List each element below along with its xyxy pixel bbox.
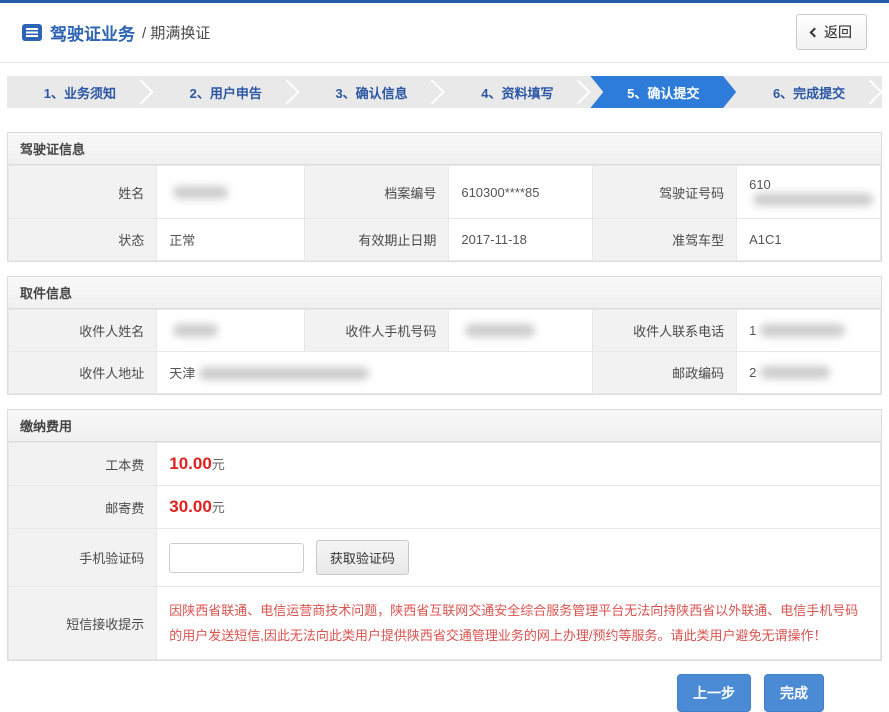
license-info-title: 驾驶证信息 bbox=[8, 133, 881, 165]
vehicle-class-label: 准驾车型 bbox=[593, 219, 737, 261]
sms-notice-text: 因陕西省联通、电信运营商技术问题，陕西省互联网交通安全综合服务管理平台无法向持陕… bbox=[157, 587, 881, 660]
recipient-name-label: 收件人姓名 bbox=[9, 310, 157, 352]
table-row: 收件人姓名 收件人手机号码 收件人联系电话 1 bbox=[9, 310, 881, 352]
step-6-complete-submit: 6、完成提交 bbox=[736, 76, 882, 108]
vehicle-class-value: A1C1 bbox=[737, 219, 881, 261]
previous-step-button[interactable]: 上一步 bbox=[677, 674, 751, 712]
production-fee-label: 工本费 bbox=[9, 443, 157, 486]
fees-title: 缴纳费用 bbox=[8, 410, 881, 442]
back-button[interactable]: 返回 bbox=[796, 14, 867, 50]
recipient-phone-value: 1 bbox=[737, 310, 881, 352]
license-info-table: 姓名 档案编号 610300****85 驾驶证号码 610 状态 正常 有效期… bbox=[8, 165, 881, 261]
redacted-recipient-address bbox=[199, 367, 369, 380]
sms-notice-label: 短信接收提示 bbox=[9, 587, 157, 660]
step-label: 2、用户申告 bbox=[190, 83, 262, 102]
sms-code-input[interactable] bbox=[169, 543, 304, 573]
breadcrumb-current: / 期满换证 bbox=[142, 22, 210, 43]
step-3-confirm-info: 3、确认信息 bbox=[299, 76, 445, 108]
pickup-info-title: 取件信息 bbox=[8, 277, 881, 309]
redacted-recipient-phone bbox=[760, 324, 845, 337]
currency-unit: 元 bbox=[212, 500, 225, 515]
recipient-phone-prefix: 1 bbox=[749, 323, 756, 338]
postal-code-label: 邮政编码 bbox=[593, 352, 737, 394]
step-progress-bar: 1、业务须知 2、用户申告 3、确认信息 4、资料填写 5、确认提交 6、完成提… bbox=[7, 76, 882, 108]
step-1-business-notice: 1、业务须知 bbox=[7, 76, 153, 108]
step-label: 3、确认信息 bbox=[335, 83, 407, 102]
status-label: 状态 bbox=[9, 219, 157, 261]
fees-table: 工本费 10.00元 邮寄费 30.00元 手机验证码 获取验证码 短信接收提示… bbox=[8, 442, 881, 660]
step-2-user-declaration: 2、用户申告 bbox=[153, 76, 299, 108]
postal-code-value: 2 bbox=[737, 352, 881, 394]
redacted-recipient-mobile bbox=[465, 324, 535, 337]
recipient-address-label: 收件人地址 bbox=[9, 352, 157, 394]
table-row: 手机验证码 获取验证码 bbox=[9, 529, 881, 587]
table-row: 短信接收提示 因陕西省联通、电信运营商技术问题，陕西省互联网交通安全综合服务管理… bbox=[9, 587, 881, 660]
redacted-name bbox=[173, 186, 228, 199]
mailing-fee-label: 邮寄费 bbox=[9, 486, 157, 529]
status-value: 正常 bbox=[157, 219, 305, 261]
file-no-value: 610300****85 bbox=[449, 166, 593, 219]
pickup-info-table: 收件人姓名 收件人手机号码 收件人联系电话 1 收件人地址 天津 邮政编码 2 bbox=[8, 309, 881, 394]
recipient-phone-label: 收件人联系电话 bbox=[593, 310, 737, 352]
table-row: 姓名 档案编号 610300****85 驾驶证号码 610 bbox=[9, 166, 881, 219]
mailing-fee-value: 30.00元 bbox=[157, 486, 881, 529]
title-group: 驾驶证业务 / 期满换证 bbox=[22, 20, 210, 45]
step-label: 4、资料填写 bbox=[481, 83, 553, 102]
page-title: 驾驶证业务 bbox=[50, 20, 135, 45]
license-services-icon bbox=[22, 24, 42, 41]
name-label: 姓名 bbox=[9, 166, 157, 219]
recipient-name-value bbox=[157, 310, 305, 352]
license-no-prefix: 610 bbox=[749, 177, 771, 192]
get-sms-code-button[interactable]: 获取验证码 bbox=[316, 540, 409, 575]
name-value bbox=[157, 166, 305, 219]
step-label: 1、业务须知 bbox=[44, 83, 116, 102]
redacted-license-no bbox=[753, 193, 873, 206]
finish-button[interactable]: 完成 bbox=[764, 674, 824, 712]
footer-actions: 上一步 完成 bbox=[7, 674, 882, 712]
license-info-panel: 驾驶证信息 姓名 档案编号 610300****85 驾驶证号码 610 状态 … bbox=[7, 132, 882, 262]
pickup-info-panel: 取件信息 收件人姓名 收件人手机号码 收件人联系电话 1 收件人地址 天津 邮政… bbox=[7, 276, 882, 395]
recipient-mobile-label: 收件人手机号码 bbox=[305, 310, 449, 352]
mailing-fee-amount: 30.00 bbox=[169, 497, 212, 516]
valid-until-label: 有效期止日期 bbox=[305, 219, 449, 261]
page-header: 驾驶证业务 / 期满换证 返回 bbox=[0, 3, 889, 63]
production-fee-amount: 10.00 bbox=[169, 454, 212, 473]
sms-code-cell: 获取验证码 bbox=[157, 529, 881, 587]
license-no-value: 610 bbox=[737, 166, 881, 219]
step-5-confirm-submit-active: 5、确认提交 bbox=[590, 76, 736, 108]
step-label: 6、完成提交 bbox=[773, 83, 845, 102]
table-row: 收件人地址 天津 邮政编码 2 bbox=[9, 352, 881, 394]
table-row: 邮寄费 30.00元 bbox=[9, 486, 881, 529]
recipient-address-value: 天津 bbox=[157, 352, 593, 394]
postal-code-prefix: 2 bbox=[749, 365, 756, 380]
recipient-mobile-value bbox=[449, 310, 593, 352]
table-row: 状态 正常 有效期止日期 2017-11-18 准驾车型 A1C1 bbox=[9, 219, 881, 261]
production-fee-value: 10.00元 bbox=[157, 443, 881, 486]
fees-panel: 缴纳费用 工本费 10.00元 邮寄费 30.00元 手机验证码 获取验证码 短… bbox=[7, 409, 882, 661]
chevron-left-icon bbox=[810, 27, 820, 37]
file-no-label: 档案编号 bbox=[305, 166, 449, 219]
step-4-fill-materials: 4、资料填写 bbox=[444, 76, 590, 108]
valid-until-value: 2017-11-18 bbox=[449, 219, 593, 261]
license-no-label: 驾驶证号码 bbox=[593, 166, 737, 219]
step-label: 5、确认提交 bbox=[627, 83, 699, 102]
recipient-address-prefix: 天津 bbox=[169, 366, 195, 381]
table-row: 工本费 10.00元 bbox=[9, 443, 881, 486]
redacted-postal-code bbox=[760, 366, 830, 379]
sms-code-label: 手机验证码 bbox=[9, 529, 157, 587]
back-button-label: 返回 bbox=[824, 22, 852, 42]
currency-unit: 元 bbox=[212, 457, 225, 472]
redacted-recipient-name bbox=[173, 324, 218, 337]
